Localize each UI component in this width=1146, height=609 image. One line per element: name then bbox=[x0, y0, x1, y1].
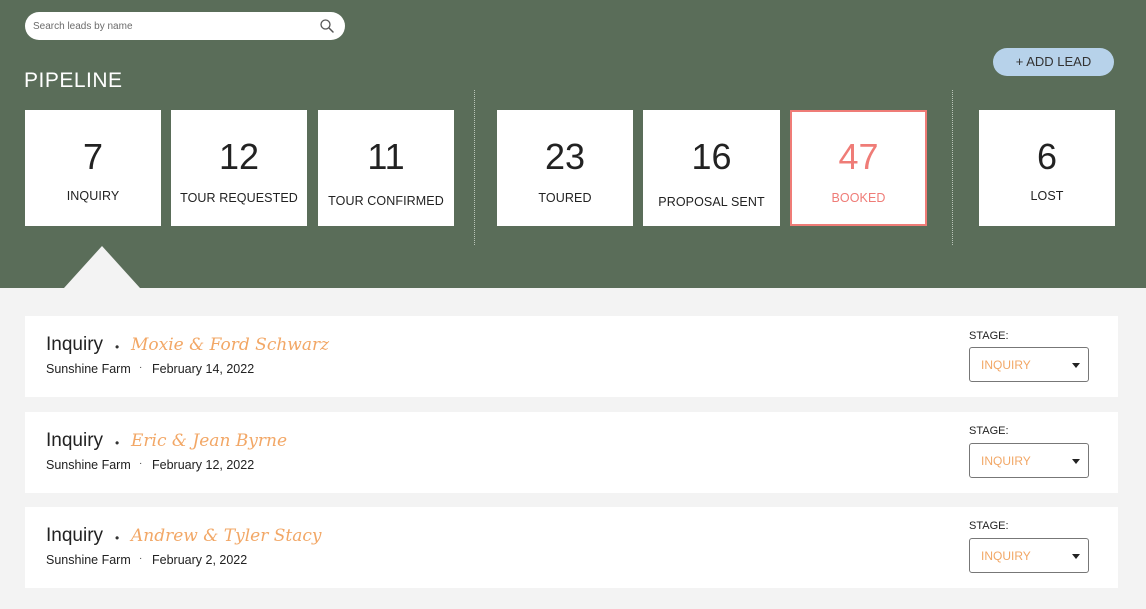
lead-venue: Sunshine Farm bbox=[46, 458, 131, 472]
pipeline-count: 16 bbox=[691, 136, 732, 177]
search-bar[interactable] bbox=[25, 12, 345, 40]
lead-venue: Sunshine Farm bbox=[46, 362, 131, 376]
search-input[interactable] bbox=[33, 16, 313, 36]
pipeline-count: 47 bbox=[838, 136, 879, 177]
separator-dot: · bbox=[139, 458, 143, 469]
separator-dot: • bbox=[115, 531, 120, 545]
stage-label: STAGE: bbox=[969, 520, 1009, 532]
lead-venue: Sunshine Farm bbox=[46, 553, 131, 567]
lead-date: February 12, 2022 bbox=[152, 458, 255, 472]
pipeline-card-lost[interactable]: 6 LOST bbox=[979, 110, 1115, 226]
lead-row[interactable]: Inquiry • Moxie & Ford Schwarz Sunshine … bbox=[25, 316, 1118, 397]
pipeline-count: 11 bbox=[367, 136, 405, 177]
pipeline-card-inquiry[interactable]: 7 INQUIRY bbox=[25, 110, 161, 226]
pipeline-label: PROPOSAL SENT bbox=[658, 195, 765, 209]
chevron-down-icon bbox=[1072, 363, 1080, 368]
stage-select[interactable]: INQUIRY bbox=[969, 347, 1089, 382]
pipeline-label: INQUIRY bbox=[66, 189, 120, 203]
pipeline-header: PIPELINE + ADD LEAD 7 INQUIRY 12 TOUR RE… bbox=[0, 0, 1146, 288]
pipeline-label: TOUR REQUESTED bbox=[180, 191, 298, 205]
lead-name-link[interactable]: Andrew & Tyler Stacy bbox=[131, 526, 322, 546]
lead-date: February 2, 2022 bbox=[152, 553, 248, 567]
chevron-down-icon bbox=[1072, 554, 1080, 559]
pipeline-card-tour-confirmed[interactable]: 11 TOUR CONFIRMED bbox=[318, 110, 454, 226]
divider bbox=[952, 90, 953, 245]
stage-select-value: INQUIRY bbox=[981, 358, 1031, 372]
chevron-down-icon bbox=[1072, 459, 1080, 464]
lead-row[interactable]: Inquiry • Eric & Jean Byrne Sunshine Far… bbox=[25, 412, 1118, 493]
stage-select-value: INQUIRY bbox=[981, 549, 1031, 563]
lead-row[interactable]: Inquiry • Andrew & Tyler Stacy Sunshine … bbox=[25, 507, 1118, 588]
pipeline-card-proposal-sent[interactable]: 16 PROPOSAL SENT bbox=[643, 110, 780, 226]
pipeline-count: 12 bbox=[218, 136, 260, 177]
separator-dot: • bbox=[115, 340, 120, 354]
lead-stage: Inquiry bbox=[46, 430, 104, 451]
pipeline-label: LOST bbox=[1030, 189, 1064, 203]
pipeline-count: 6 bbox=[1036, 136, 1058, 177]
lead-name-link[interactable]: Eric & Jean Byrne bbox=[131, 431, 287, 451]
lead-stage: Inquiry bbox=[46, 525, 104, 546]
lead-date: February 14, 2022 bbox=[152, 362, 255, 376]
page-title: PIPELINE bbox=[24, 69, 123, 92]
stage-select[interactable]: INQUIRY bbox=[969, 443, 1089, 478]
stage-label: STAGE: bbox=[969, 330, 1009, 342]
separator-dot: · bbox=[139, 553, 143, 564]
stage-select-value: INQUIRY bbox=[981, 454, 1031, 468]
separator-dot: · bbox=[139, 362, 143, 373]
search-icon[interactable] bbox=[319, 18, 335, 34]
lead-name-link[interactable]: Moxie & Ford Schwarz bbox=[131, 335, 329, 355]
pipeline-card-tour-requested[interactable]: 12 TOUR REQUESTED bbox=[171, 110, 307, 226]
selected-stage-pointer bbox=[64, 246, 140, 288]
stage-label: STAGE: bbox=[969, 425, 1009, 437]
pipeline-label: TOUR CONFIRMED bbox=[328, 194, 444, 208]
pipeline-count: 23 bbox=[544, 136, 586, 177]
stage-select[interactable]: INQUIRY bbox=[969, 538, 1089, 573]
pipeline-card-booked[interactable]: 47 BOOKED bbox=[790, 110, 927, 226]
divider bbox=[474, 90, 475, 245]
pipeline-label: BOOKED bbox=[831, 191, 886, 205]
pipeline-label: TOURED bbox=[538, 191, 592, 205]
separator-dot: • bbox=[115, 436, 120, 450]
add-lead-button[interactable]: + ADD LEAD bbox=[993, 48, 1114, 76]
pipeline-count: 7 bbox=[82, 136, 104, 177]
pipeline-card-toured[interactable]: 23 TOURED bbox=[497, 110, 633, 226]
lead-stage: Inquiry bbox=[46, 334, 104, 355]
